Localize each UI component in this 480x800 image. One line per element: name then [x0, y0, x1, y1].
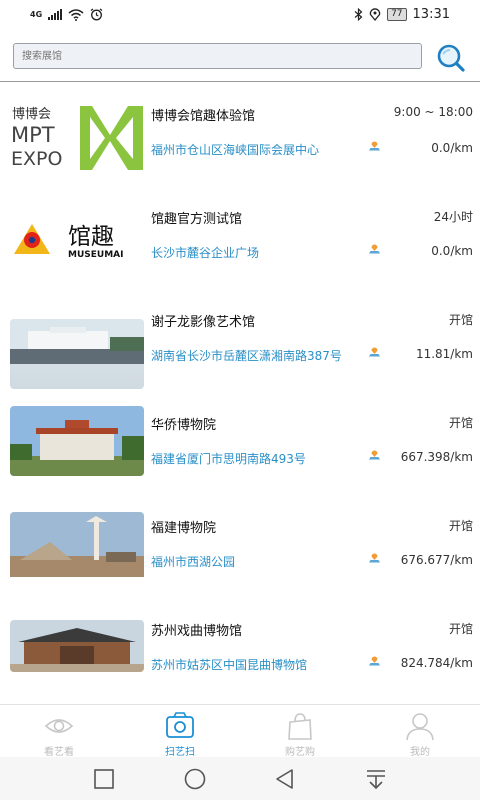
- list-item[interactable]: 苏州戏曲博物馆 开馆 苏州市姑苏区中国昆曲博物馆 824.784/km: [0, 598, 480, 701]
- map-pin-icon: [369, 450, 380, 460]
- bag-icon: [288, 713, 312, 740]
- eye-icon: [44, 719, 74, 733]
- venue-address[interactable]: 福建省厦门市思明南路493号: [151, 450, 363, 467]
- venue-distance: 676.677/km: [400, 553, 473, 567]
- map-pin-icon: [369, 656, 380, 666]
- venue-hours: 开馆: [448, 416, 473, 430]
- list-item[interactable]: 馆趣 MUSEUMAI 馆趣官方测试馆 24小时 长沙市麓谷企业广场 0.0/k…: [0, 186, 480, 289]
- location-icon: [369, 8, 381, 21]
- venue-distance: 0.0/km: [431, 244, 473, 258]
- logo-line-1: 馆趣: [68, 224, 114, 250]
- list-item[interactable]: 福建博物院 开馆 福州市西湖公园 676.677/km: [0, 495, 480, 598]
- venue-hours: 开馆: [448, 622, 473, 636]
- tab-label: 我的: [410, 747, 430, 758]
- bottom-tab-bar: 看艺看 扫艺扫 购艺购 我的: [0, 704, 480, 758]
- status-bar: 4G 77 13:31: [0, 0, 480, 32]
- map-pin-icon: [369, 244, 380, 254]
- venue-distance: 667.398/km: [400, 450, 473, 464]
- tab-me[interactable]: 我的: [380, 709, 460, 758]
- list-item[interactable]: 谢子龙影像艺术馆 开馆 湖南省长沙市岳麓区潇湘南路387号 11.81/km: [0, 289, 480, 392]
- venue-hours: 开馆: [448, 519, 473, 533]
- recent-apps-icon[interactable]: [92, 767, 116, 791]
- logo-line-2: MUSEUMAI: [68, 250, 123, 260]
- tab-label: 看艺看: [44, 747, 74, 758]
- search-bar: [0, 32, 480, 82]
- tab-label: 购艺购: [285, 747, 315, 758]
- tab-look[interactable]: 看艺看: [19, 709, 99, 758]
- notification-pull-icon[interactable]: [364, 767, 388, 791]
- home-icon[interactable]: [183, 767, 207, 791]
- tab-shop[interactable]: 购艺购: [260, 709, 340, 758]
- venue-logo: 博博会 MPT EXPO: [10, 103, 144, 173]
- venue-hours: 开馆: [448, 313, 473, 327]
- venue-name: 福建博物院: [151, 521, 217, 536]
- user-icon: [406, 713, 434, 741]
- venue-distance: 824.784/km: [400, 656, 473, 670]
- venue-hours: 9:00 ~ 18:00: [393, 105, 473, 119]
- map-pin-icon: [369, 347, 380, 357]
- venue-name: 苏州戏曲博物馆: [151, 624, 243, 639]
- venue-name: 华侨博物院: [151, 418, 217, 433]
- search-input[interactable]: [13, 43, 422, 69]
- venue-name: 馆趣官方测试馆: [151, 212, 243, 227]
- tab-label: 扫艺扫: [165, 747, 195, 758]
- venue-address[interactable]: 福州市西湖公园: [151, 553, 363, 570]
- venue-photo: [10, 319, 144, 389]
- back-icon[interactable]: [273, 767, 297, 791]
- venue-address[interactable]: 长沙市麓谷企业广场: [151, 244, 363, 261]
- map-pin-icon: [369, 141, 380, 151]
- venue-list: 博博会 MPT EXPO 博博会馆趣体验馆 9:00 ~ 18:00 福州市仓山…: [0, 83, 480, 703]
- list-item[interactable]: 博博会 MPT EXPO 博博会馆趣体验馆 9:00 ~ 18:00 福州市仓山…: [0, 83, 480, 186]
- venue-photo: [10, 406, 144, 476]
- venue-address[interactable]: 苏州市姑苏区中国昆曲博物馆: [151, 656, 363, 673]
- venue-address[interactable]: 湖南省长沙市岳麓区潇湘南路387号: [151, 347, 363, 364]
- map-pin-icon: [369, 553, 380, 563]
- logo-line-2: MPT: [11, 123, 55, 147]
- venue-distance: 0.0/km: [431, 141, 473, 155]
- status-time: 13:31: [412, 7, 450, 22]
- venue-name: 博博会馆趣体验馆: [151, 109, 256, 124]
- wifi-icon: [68, 8, 84, 21]
- signal-icon: [48, 9, 63, 20]
- venue-distance: 11.81/km: [415, 347, 473, 361]
- venue-logo: 馆趣 MUSEUMAI: [10, 202, 144, 272]
- tab-scan[interactable]: 扫艺扫: [140, 709, 220, 758]
- logo-line-1: 博博会: [12, 107, 51, 122]
- venue-name: 谢子龙影像艺术馆: [151, 315, 256, 330]
- list-item[interactable]: 华侨博物院 开馆 福建省厦门市思明南路493号 667.398/km: [0, 392, 480, 495]
- venue-address[interactable]: 福州市仓山区海峡国际会展中心: [151, 141, 363, 158]
- network-type: 4G: [30, 10, 43, 19]
- scan-icon: [166, 712, 194, 738]
- venue-photo: [10, 512, 144, 582]
- bluetooth-icon: [354, 8, 363, 21]
- venue-hours: 24小时: [433, 210, 473, 224]
- search-icon[interactable]: [435, 43, 467, 75]
- logo-line-3: EXPO: [11, 148, 62, 170]
- battery-icon: 77: [387, 8, 407, 21]
- venue-photo: [10, 620, 144, 672]
- alarm-icon: [90, 8, 103, 21]
- system-nav-bar: [0, 757, 480, 800]
